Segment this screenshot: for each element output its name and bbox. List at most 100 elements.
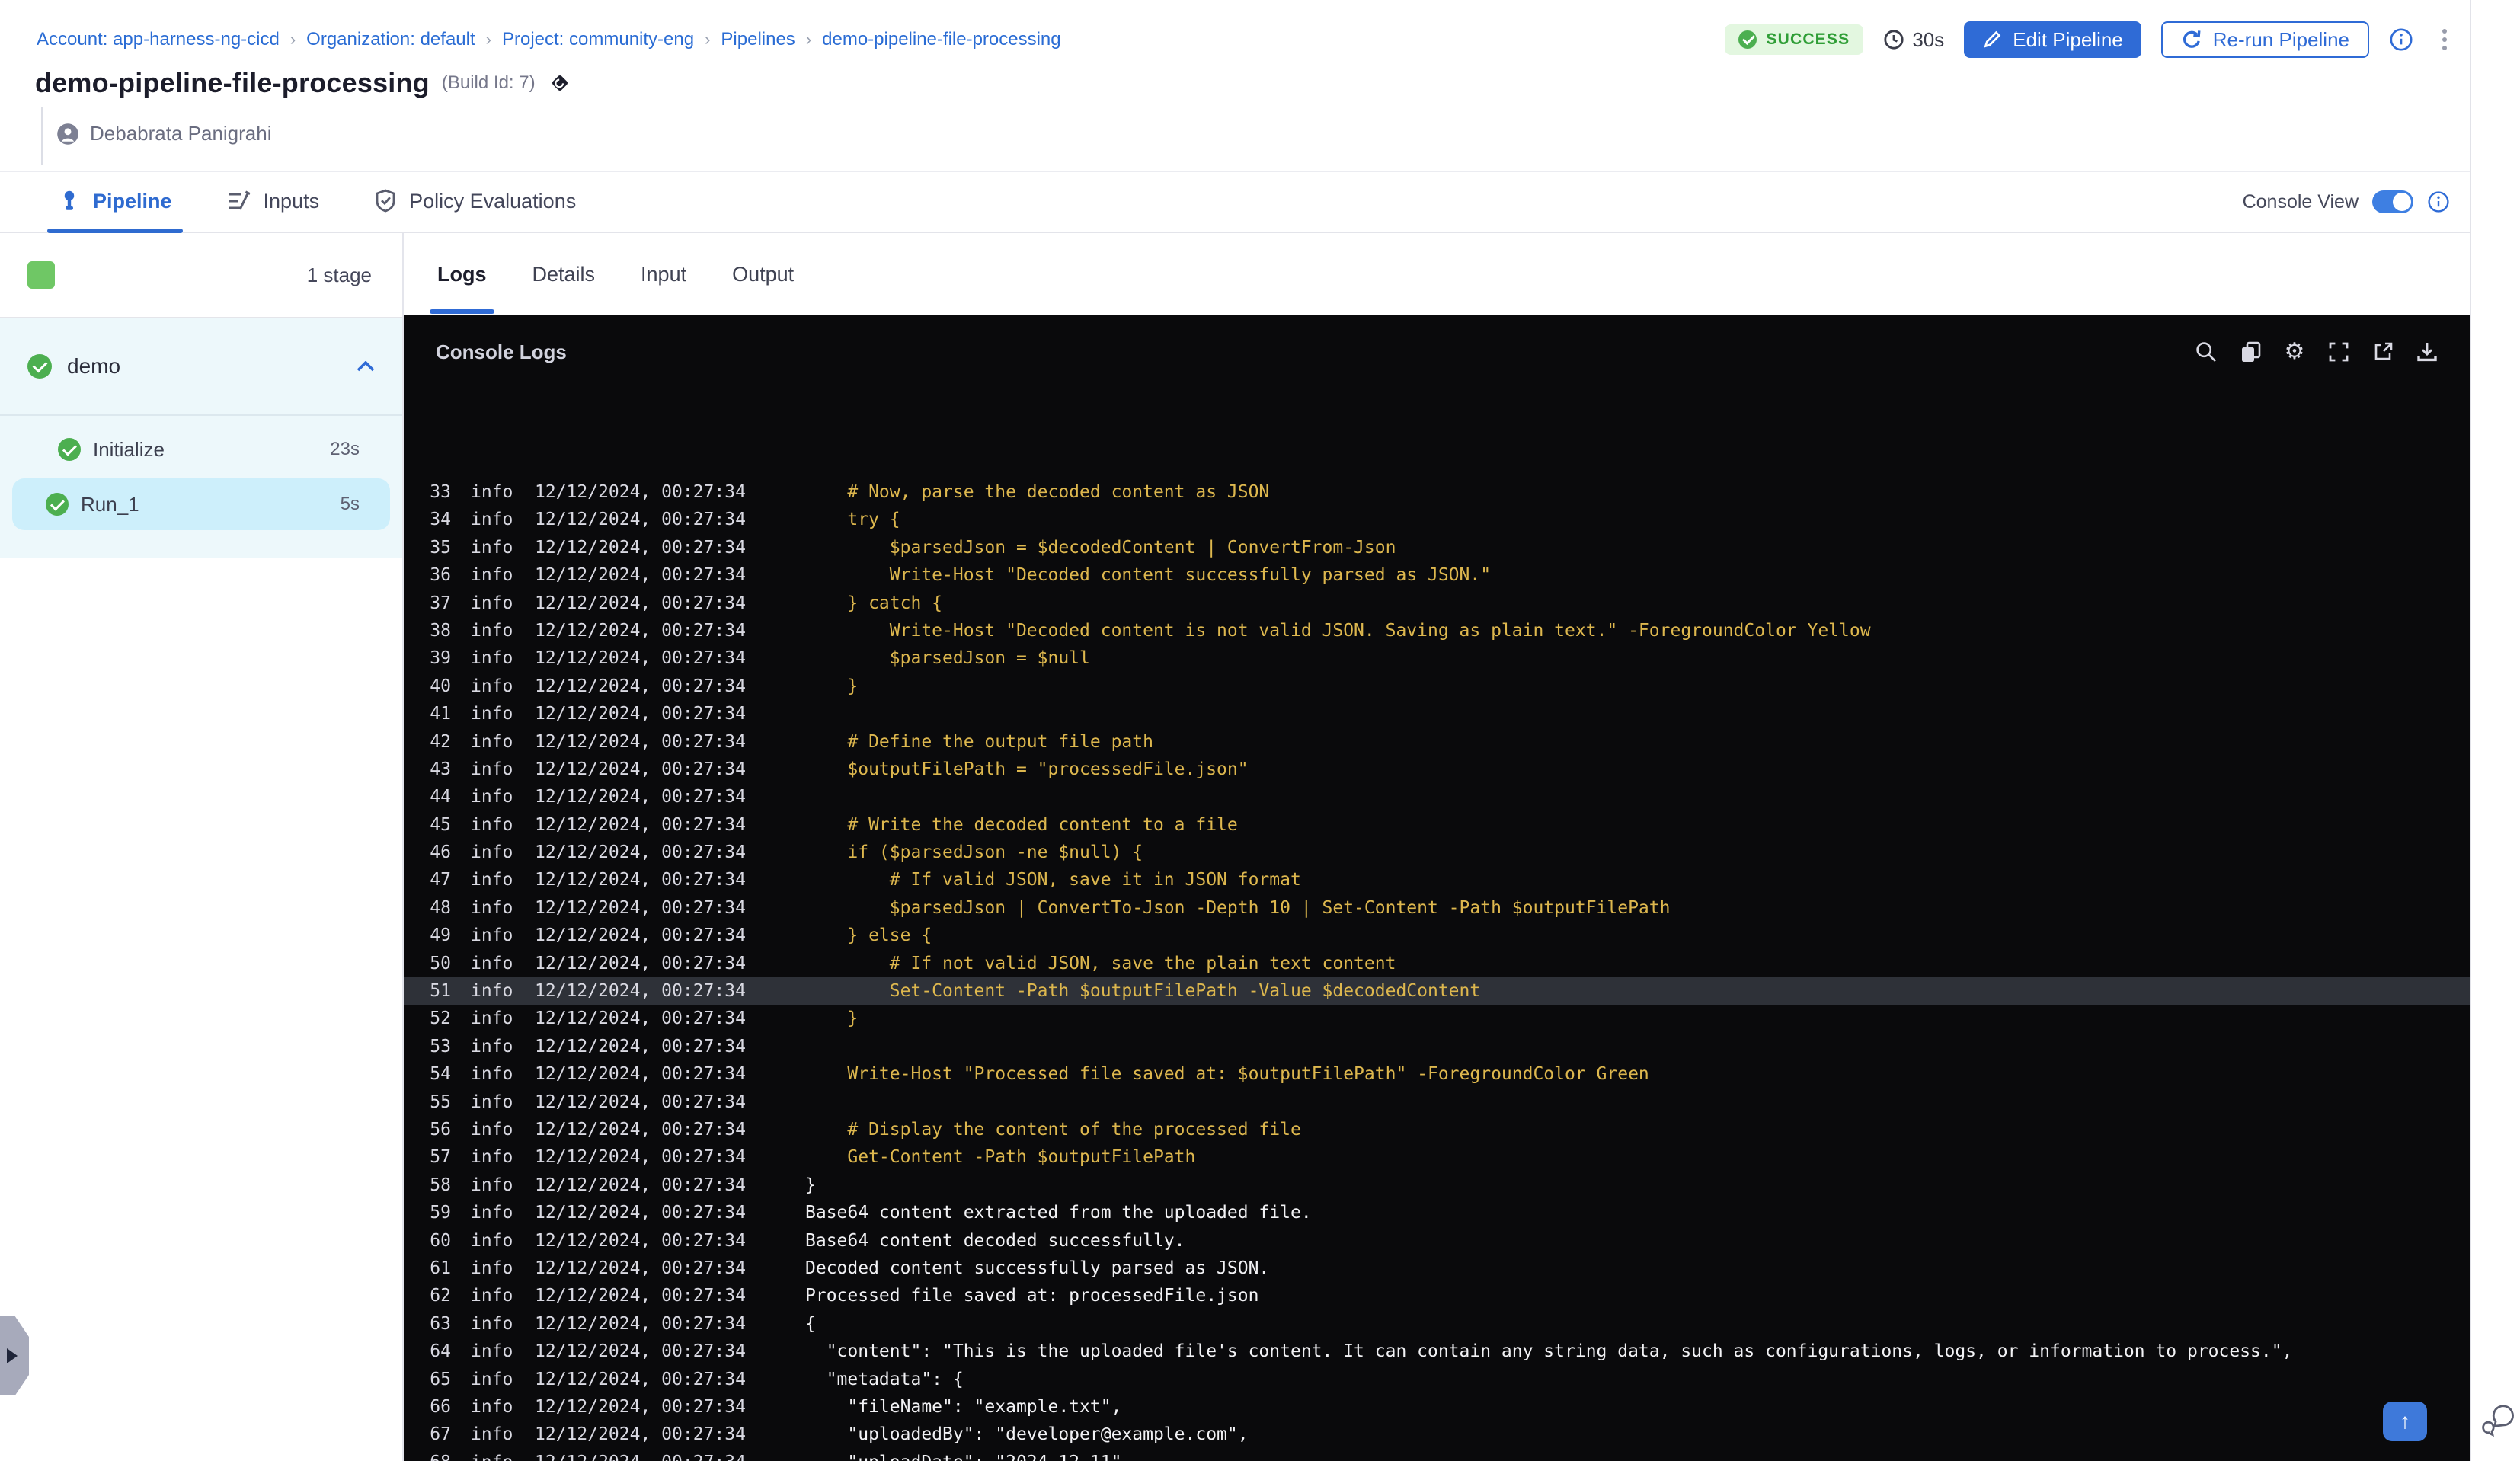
log-level: info xyxy=(471,1424,513,1445)
log-row-48[interactable]: 48 info 12/12/2024, 00:27:34 $parsedJson |… xyxy=(404,894,2470,922)
log-row-65[interactable]: 65 info 12/12/2024, 00:27:34 "metadata": { xyxy=(404,1366,2470,1393)
log-level: info xyxy=(471,1119,513,1140)
breadcrumb-link-pipelines[interactable]: Pipelines xyxy=(721,29,795,50)
tab-pipeline[interactable]: Pipeline xyxy=(47,171,183,233)
log-row-41[interactable]: 41 info 12/12/2024, 00:27:34 xyxy=(404,700,2470,727)
log-level: info xyxy=(471,1313,513,1334)
search-icon[interactable] xyxy=(2195,340,2217,363)
log-row-63[interactable]: 63 info 12/12/2024, 00:27:34 { xyxy=(404,1310,2470,1338)
log-timestamp: 12/12/2024, 00:27:34 xyxy=(535,1369,746,1389)
log-row-54[interactable]: 54 info 12/12/2024, 00:27:34 Write-Host "P… xyxy=(404,1060,2470,1088)
log-row-50[interactable]: 50 info 12/12/2024, 00:27:34 # If not vali… xyxy=(404,950,2470,977)
log-row-52[interactable]: 52 info 12/12/2024, 00:27:34 } xyxy=(404,1005,2470,1032)
log-row-56[interactable]: 56 info 12/12/2024, 00:27:34 # Display the… xyxy=(404,1116,2470,1143)
log-row-68[interactable]: 68 info 12/12/2024, 00:27:34 "uploadDate":… xyxy=(404,1449,2470,1461)
log-line-number: 41 xyxy=(430,704,451,724)
log-timestamp: 12/12/2024, 00:27:34 xyxy=(535,510,746,530)
log-row-49[interactable]: 49 info 12/12/2024, 00:27:34 } else { xyxy=(404,922,2470,949)
copy-icon[interactable] xyxy=(2240,340,2261,363)
log-row-66[interactable]: 66 info 12/12/2024, 00:27:34 "fileName": "… xyxy=(404,1393,2470,1421)
log-row-45[interactable]: 45 info 12/12/2024, 00:27:34 # Write the d… xyxy=(404,811,2470,839)
log-row-61[interactable]: 61 info 12/12/2024, 00:27:34 Decoded conten… xyxy=(404,1255,2470,1282)
fullscreen-icon[interactable] xyxy=(2328,340,2349,363)
log-row-53[interactable]: 53 info 12/12/2024, 00:27:34 xyxy=(404,1033,2470,1060)
tab-inputs[interactable]: Inputs xyxy=(227,171,319,232)
info-icon[interactable] xyxy=(2389,27,2413,52)
log-row-39[interactable]: 39 info 12/12/2024, 00:27:34 $parsedJson =… xyxy=(404,644,2470,672)
log-level: info xyxy=(471,1286,513,1306)
log-timestamp: 12/12/2024, 00:27:34 xyxy=(535,842,746,863)
page-title: demo-pipeline-file-processing xyxy=(35,67,430,98)
log-message: } else { xyxy=(805,926,932,946)
log-level: info xyxy=(471,1258,513,1278)
console-tab-details[interactable]: Details xyxy=(532,233,596,315)
scroll-to-top-button[interactable]: ↑ xyxy=(2383,1402,2427,1441)
log-line-number: 33 xyxy=(430,482,451,502)
console-tab-input[interactable]: Input xyxy=(641,233,686,315)
rerun-pipeline-button[interactable]: Re-run Pipeline xyxy=(2160,21,2369,58)
log-row-60[interactable]: 60 info 12/12/2024, 00:27:34 Base64 content… xyxy=(404,1227,2470,1255)
log-timestamp: 12/12/2024, 00:27:34 xyxy=(535,593,746,613)
stage-header[interactable]: demo xyxy=(0,318,402,416)
log-level: info xyxy=(471,482,513,502)
log-row-40[interactable]: 40 info 12/12/2024, 00:27:34 } xyxy=(404,673,2470,700)
log-timestamp: 12/12/2024, 00:27:34 xyxy=(535,814,746,835)
log-timestamp: 12/12/2024, 00:27:34 xyxy=(535,981,746,1002)
tab-policy-evaluations[interactable]: Policy Evaluations xyxy=(374,171,576,232)
console-view-toggle[interactable] xyxy=(2372,190,2413,213)
log-row-38[interactable]: 38 info 12/12/2024, 00:27:34 Write-Host "D… xyxy=(404,617,2470,644)
info-icon[interactable] xyxy=(2427,190,2450,213)
help-chat-icon[interactable] xyxy=(2479,1405,2514,1437)
log-row-58[interactable]: 58 info 12/12/2024, 00:27:34} xyxy=(404,1172,2470,1199)
console-title: Console Logs xyxy=(436,340,567,363)
log-row-57[interactable]: 57 info 12/12/2024, 00:27:34 Get-Content -… xyxy=(404,1143,2470,1171)
download-icon[interactable] xyxy=(2416,340,2438,363)
log-line-number: 47 xyxy=(430,870,451,890)
sidebar-step-run-1[interactable]: Run_1 5s xyxy=(12,478,390,530)
log-timestamp: 12/12/2024, 00:27:34 xyxy=(535,759,746,779)
open-in-new-icon[interactable] xyxy=(2372,340,2394,363)
log-row-34[interactable]: 34 info 12/12/2024, 00:27:34 try { xyxy=(404,506,2470,533)
log-line-number: 35 xyxy=(430,537,451,558)
console-tab-logs[interactable]: Logs xyxy=(429,233,495,315)
log-row-37[interactable]: 37 info 12/12/2024, 00:27:34 } catch { xyxy=(404,590,2470,617)
log-row-43[interactable]: 43 info 12/12/2024, 00:27:34 $outputFilePa… xyxy=(404,756,2470,783)
breadcrumb-link-project[interactable]: Project: community-eng xyxy=(502,29,694,50)
log-line-number: 59 xyxy=(430,1203,451,1223)
log-level: info xyxy=(471,731,513,752)
log-message: { xyxy=(805,1313,816,1334)
chevron-up-icon[interactable] xyxy=(357,361,375,372)
log-line-number: 53 xyxy=(430,1036,451,1057)
more-options-menu[interactable] xyxy=(2433,26,2456,53)
sidebar-step-initialize[interactable]: Initialize 23s xyxy=(12,424,390,475)
log-level: info xyxy=(471,537,513,558)
breadcrumb-link-demo-pipeline-file-processing[interactable]: demo-pipeline-file-processing xyxy=(822,29,1061,50)
log-row-33[interactable]: 33 info 12/12/2024, 00:27:34 # Now, parse … xyxy=(404,478,2470,506)
log-row-62[interactable]: 62 info 12/12/2024, 00:27:34 Processed file… xyxy=(404,1282,2470,1309)
log-row-35[interactable]: 35 info 12/12/2024, 00:27:34 $parsedJson =… xyxy=(404,534,2470,561)
build-diamond-icon[interactable] xyxy=(548,71,572,95)
breadcrumb-link-account[interactable]: Account: app-harness-ng-cicd xyxy=(37,29,280,50)
log-line-number: 45 xyxy=(430,814,451,835)
log-row-36[interactable]: 36 info 12/12/2024, 00:27:34 Write-Host "D… xyxy=(404,561,2470,589)
log-row-51[interactable]: 51 info 12/12/2024, 00:27:34 Set-Content -… xyxy=(404,977,2470,1005)
log-row-42[interactable]: 42 info 12/12/2024, 00:27:34 # Define the … xyxy=(404,728,2470,756)
log-row-55[interactable]: 55 info 12/12/2024, 00:27:34 xyxy=(404,1089,2470,1116)
breadcrumb-link-organization[interactable]: Organization: default xyxy=(306,29,475,50)
log-level: info xyxy=(471,1092,513,1112)
log-row-47[interactable]: 47 info 12/12/2024, 00:27:34 # If valid JS… xyxy=(404,866,2470,894)
log-line-number: 65 xyxy=(430,1369,451,1389)
log-row-59[interactable]: 59 info 12/12/2024, 00:27:34 Base64 content… xyxy=(404,1199,2470,1226)
edit-pipeline-button[interactable]: Edit Pipeline xyxy=(1964,21,2141,58)
settings-icon[interactable]: ⚙ xyxy=(2284,340,2305,363)
console-tab-output[interactable]: Output xyxy=(732,233,794,315)
log-row-67[interactable]: 67 info 12/12/2024, 00:27:34 "uploadedBy":… xyxy=(404,1421,2470,1448)
log-level: info xyxy=(471,1396,513,1417)
log-line-number: 38 xyxy=(430,620,451,641)
log-row-44[interactable]: 44 info 12/12/2024, 00:27:34 xyxy=(404,783,2470,810)
log-line-number: 52 xyxy=(430,1009,451,1029)
log-message: if ($parsedJson -ne $null) { xyxy=(805,842,1143,863)
log-row-64[interactable]: 64 info 12/12/2024, 00:27:34 "content": "T… xyxy=(404,1338,2470,1365)
log-row-46[interactable]: 46 info 12/12/2024, 00:27:34 if ($parsedJs… xyxy=(404,839,2470,866)
breadcrumb: Account: app-harness-ng-cicd › Organizatio… xyxy=(37,29,1061,50)
